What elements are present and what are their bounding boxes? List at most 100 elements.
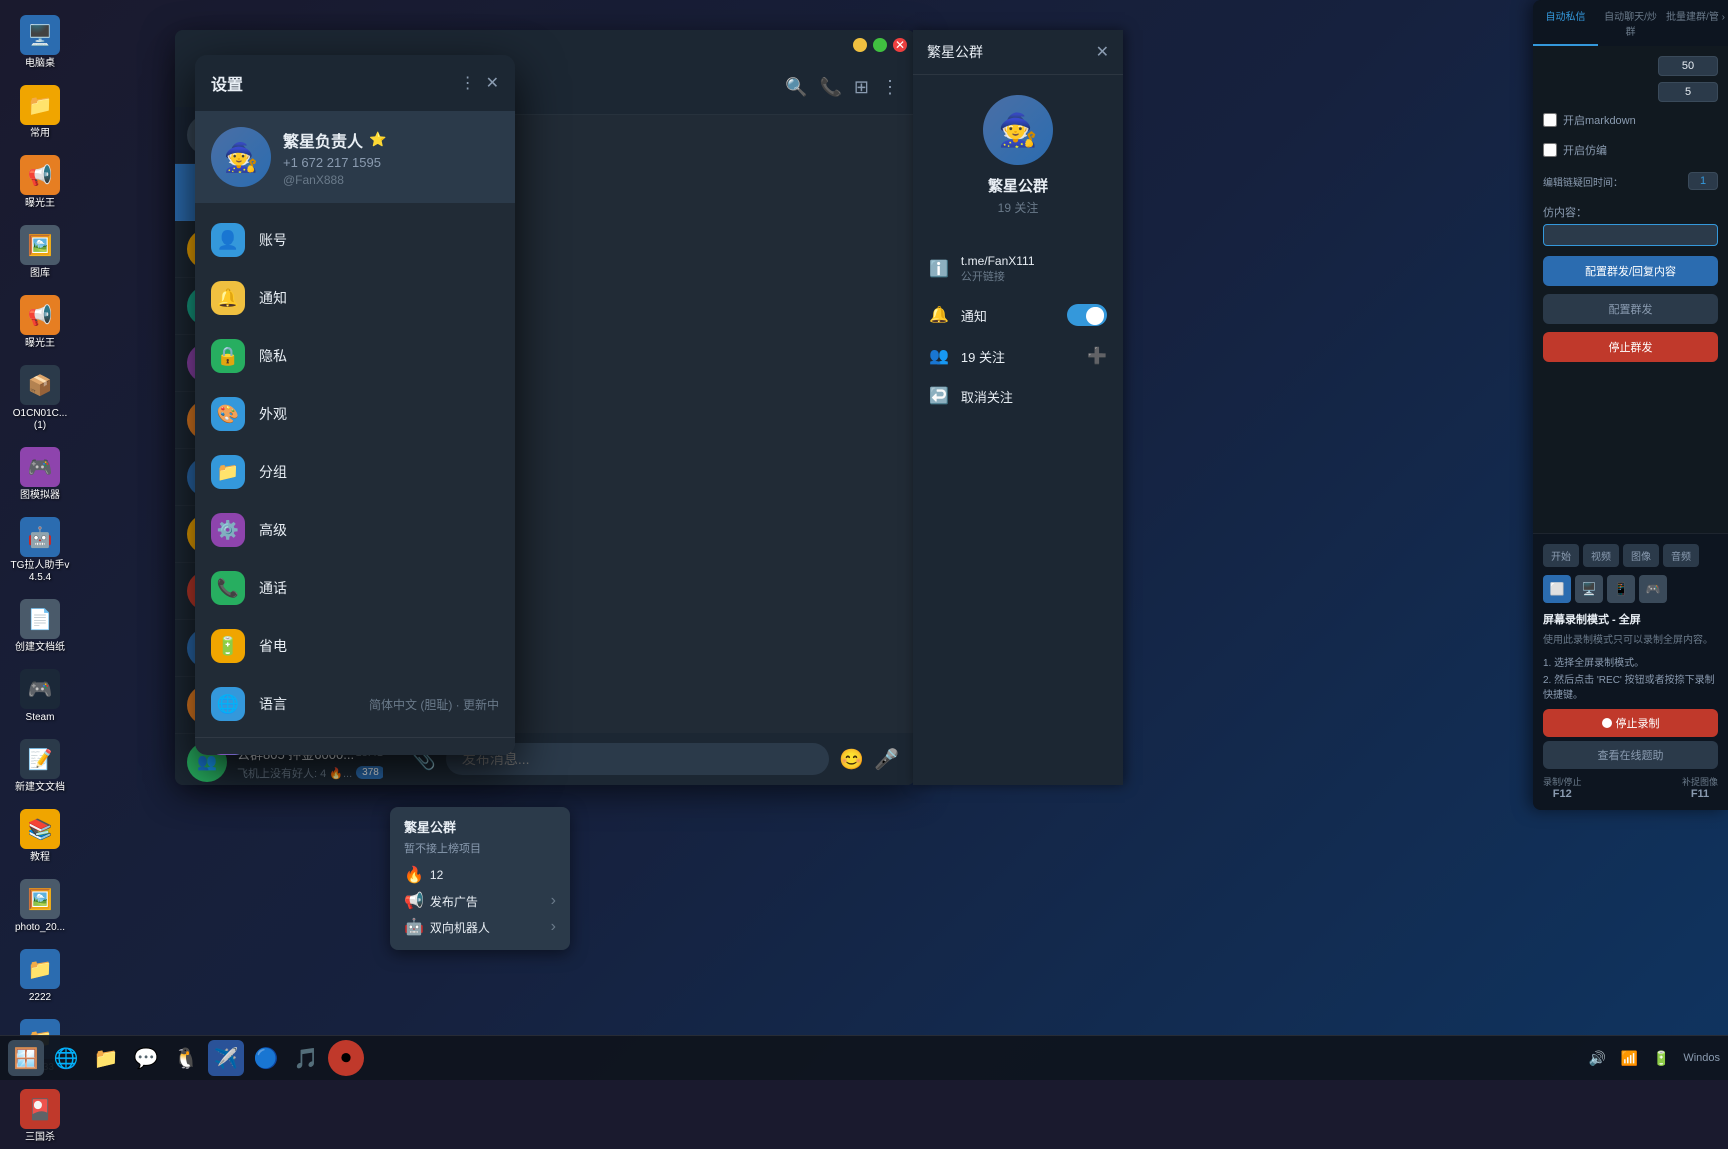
taskbar-wechat[interactable]: 💬 [128,1040,164,1076]
settings-item-privacy[interactable]: 🔒 隐私 [195,327,515,385]
fake-content-input[interactable] [1543,224,1718,246]
taskbar-telegram[interactable]: ✈️ [208,1040,244,1076]
channel-followers-item[interactable]: 👥 19 关注 ➕ [913,336,1123,376]
ad-arrow: › [551,892,556,910]
settings-profile: 🧙 繁星负责人 ⭐ +1 672 217 1595 @FanX888 [195,111,515,203]
settings-item-account[interactable]: 👤 账号 [195,211,515,269]
settings-item-notifications[interactable]: 🔔 通知 [195,269,515,327]
settings-item-appearance[interactable]: 🎨 外观 [195,385,515,443]
link-label: 公开链接 [961,268,1035,284]
profile-username: @FanX888 [283,173,499,187]
volume-icon[interactable]: 🔊 [1583,1044,1611,1072]
recording-tab-video[interactable]: 视频 [1583,544,1619,567]
taskbar-record[interactable]: ⏺ [328,1040,364,1076]
stop-recording-button[interactable]: 停止录制 [1543,709,1718,737]
config-broadcast-button[interactable]: 配置群发/回复内容 [1543,256,1718,286]
desktop-icon-3[interactable]: 📢 曝光王 [5,150,75,215]
markdown-checkbox[interactable] [1543,113,1557,127]
robot-label: 双向机器人 [430,919,490,936]
fake-edit-checkbox[interactable] [1543,143,1557,157]
search-button[interactable]: 🔍 [785,77,807,98]
groups-icon: 📁 [211,455,245,489]
channel-leave-item[interactable]: ↩️ 取消关注 [913,376,1123,416]
settings-item-calls[interactable]: 📞 通话 [195,559,515,617]
desktop-icon-steam[interactable]: 🎮 Steam [5,664,75,729]
rec-mode-2[interactable]: 🖥️ [1575,575,1603,603]
fire-count: 12 [430,868,443,882]
desktop-icon-label-3: 曝光王 [25,198,55,210]
desktop-icon-1[interactable]: 🖥️ 电脑桌 [5,10,75,75]
rec-mode-1[interactable]: ⬜ [1543,575,1571,603]
desktop-icon-5[interactable]: 📢 曝光王 [5,290,75,355]
desktop-icon-14[interactable]: 📁 2222 [5,944,75,1009]
desktop-icon-11[interactable]: 📝 新建文文档 [5,734,75,799]
desktop-icon-2[interactable]: 📁 常用 [5,80,75,145]
desktop-icon-12[interactable]: 📚 教程 [5,804,75,869]
popup-group-name: 繁星公群 [404,817,556,836]
network-icon[interactable]: 📶 [1615,1044,1643,1072]
maximize-button[interactable]: □ [873,38,887,52]
settings-item-groups[interactable]: 📁 分组 [195,443,515,501]
appearance-icon: 🎨 [211,397,245,431]
add-follower-icon[interactable]: ➕ [1087,346,1107,366]
settings-item-language[interactable]: 🌐 语言 简体中文 (胆耻) · 更新中 [195,675,515,733]
tab-batch-group[interactable]: 批量建群/管 › [1663,0,1728,46]
tab-auto-private[interactable]: 自动私信 [1533,0,1598,46]
view-help-button[interactable]: 查看在线题助 [1543,741,1718,769]
settings-item-advanced[interactable]: ⚙️ 高级 [195,501,515,559]
recording-tab-audio[interactable]: 音频 [1663,544,1699,567]
emoji-button[interactable]: 😊 [839,747,864,772]
notification-toggle[interactable] [1067,304,1107,326]
taskbar-qq[interactable]: 🐧 [168,1040,204,1076]
desktop-icon-img-11: 📝 [20,739,60,779]
layout-button[interactable]: ⊞ [854,77,869,98]
more-button[interactable]: ⋮ [881,77,899,98]
desktop-icon-4[interactable]: 🖼️ 图库 [5,220,75,285]
language-value: 简体中文 (胆耻) · 更新中 [369,696,499,713]
hotkey-capture-key: F11 [1682,788,1718,800]
popup-robot-item[interactable]: 🤖 双向机器人 › [404,914,556,940]
recording-tab-image[interactable]: 图像 [1623,544,1659,567]
fake-content-row: 仿内容： [1543,204,1718,246]
rec-mode-4[interactable]: 🎮 [1639,575,1667,603]
desktop-icon-9[interactable]: 📄 创建文档纸 [5,594,75,659]
recording-title: 屏幕录制模式 - 全屏 [1543,611,1718,627]
desktop-icon-7[interactable]: 🎮 图模拟器 [5,442,75,507]
minimize-button[interactable]: − [853,38,867,52]
desktop-icon-13[interactable]: 🖼️ photo_20... [5,874,75,939]
close-button[interactable]: ✕ [893,38,907,52]
voice-button[interactable]: 🎤 [874,747,899,772]
hotkey-capture-label: 补捉图像 [1682,775,1718,788]
calls-button[interactable]: 📞 [819,77,841,98]
recording-tab-start[interactable]: 开始 [1543,544,1579,567]
auto-value-input-1[interactable] [1658,56,1718,76]
desktop-icon-6[interactable]: 📦 O1CN01C...(1) [5,360,75,437]
taskbar-music[interactable]: 🎵 [288,1040,324,1076]
channel-info-link-item[interactable]: ℹ️ t.me/FanX111 公开链接 [913,244,1123,294]
settings-close-button[interactable]: ✕ [486,73,499,93]
taskbar-chrome[interactable]: 🔵 [248,1040,284,1076]
stop-broadcast-button[interactable]: 停止群发 [1543,332,1718,362]
profile-star-icon: ⭐ [369,131,386,148]
settings-item-premium[interactable]: ⭐ Telegram Premium [195,742,515,755]
tab-auto-chat[interactable]: 自动聊天/炒群 [1598,0,1663,46]
desktop-icon-8[interactable]: 🤖 TG拉人助手v4.5.4 [5,512,75,589]
battery-icon[interactable]: 🔋 [1647,1044,1675,1072]
automation-body: 开启markdown 开启仿编 编辑链疑回时间： 1 仿内容： 配置群发/回复内… [1533,46,1728,533]
channel-panel-close-button[interactable]: ✕ [1096,42,1109,62]
language-label: 语言 [259,694,355,714]
rec-mode-3[interactable]: 📱 [1607,575,1635,603]
taskbar-browser[interactable]: 🌐 [48,1040,84,1076]
channel-followers: 19 关注 [998,199,1039,216]
channel-notification-item[interactable]: 🔔 通知 [913,294,1123,336]
settings-item-power[interactable]: 🔋 省电 [195,617,515,675]
settings-more-button[interactable]: ⋮ [460,73,476,93]
popup-ad-item[interactable]: 📢 发布广告 › [404,888,556,914]
desktop-icon-16[interactable]: 🎴 三国杀 [5,1084,75,1149]
taskbar-file[interactable]: 📁 [88,1040,124,1076]
taskbar-start[interactable]: 🪟 [8,1040,44,1076]
desktop-icon-img-16: 🎴 [20,1089,60,1129]
auto-value-input-2[interactable] [1658,82,1718,102]
desktop-icon-img-12: 📚 [20,809,60,849]
broadcast-send-button[interactable]: 配置群发 [1543,294,1718,324]
